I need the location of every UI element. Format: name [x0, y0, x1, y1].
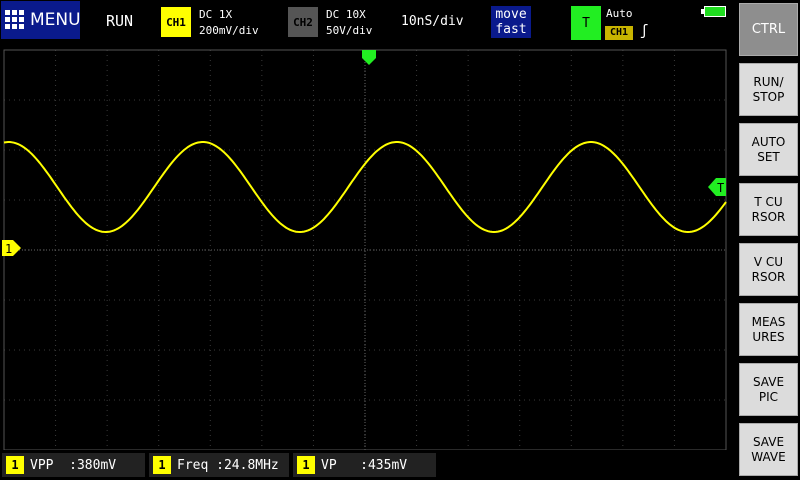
measurement-vp[interactable]: 1 VP :435mV [293, 453, 436, 477]
waveform-display[interactable]: T 1 [0, 44, 736, 450]
waveform-canvas: T 1 [2, 49, 727, 450]
channel-badge: 1 [297, 456, 315, 474]
ch2-settings[interactable]: DC 10X 50V/div [326, 7, 372, 39]
measurement-freq[interactable]: 1 Freq :24.8MHz [149, 453, 289, 477]
channel-badge: 1 [6, 456, 24, 474]
measurement-text: VPP :380mV [30, 457, 117, 473]
ch1-ground-marker[interactable]: 1 [2, 240, 21, 256]
trigger-tag[interactable]: T [571, 6, 601, 40]
auto-set-button[interactable]: AUTO SET [739, 123, 798, 176]
trigger-position-marker[interactable] [362, 50, 376, 65]
save-pic-button[interactable]: SAVE PIC [739, 363, 798, 416]
ctrl-button[interactable]: CTRL [739, 3, 798, 56]
move-speed-label: fast [495, 22, 527, 37]
trigger-level-marker[interactable]: T [708, 178, 726, 196]
measures-button[interactable]: MEAS URES [739, 303, 798, 356]
ch2-coupling: DC 10X [326, 8, 366, 21]
trigger-source-badge: CH1 [605, 26, 633, 40]
ch2-tag[interactable]: CH2 [288, 7, 318, 37]
run-state[interactable]: RUN [106, 12, 133, 30]
ch1-settings[interactable]: DC 1X 200mV/div [199, 7, 259, 39]
trigger-mode: Auto [606, 7, 633, 20]
menu-label: MENU [30, 10, 81, 30]
ch1-coupling: DC 1X [199, 8, 233, 21]
v-cursor-button[interactable]: V CU RSOR [739, 243, 798, 296]
graticule [3, 49, 727, 450]
move-label: move [495, 7, 527, 22]
measurement-text: Freq :24.8MHz [177, 457, 279, 473]
softkey-column: CTRL RUN/ STOP AUTO SET T CU RSOR V CU R… [736, 0, 800, 480]
run-stop-button[interactable]: RUN/ STOP [739, 63, 798, 116]
measurement-text: VP :435mV [321, 457, 408, 473]
channel-badge: 1 [153, 456, 171, 474]
ch1-scale: 200mV/div [199, 24, 259, 37]
grid-menu-icon [5, 10, 24, 30]
save-wave-button[interactable]: SAVE WAVE [739, 423, 798, 476]
move-speed-button[interactable]: move fast [491, 6, 531, 38]
battery-icon [701, 6, 726, 17]
menu-button[interactable]: MENU [1, 1, 81, 39]
trigger-level-label: T [717, 181, 724, 195]
top-status-bar: MENU RUN CH1 DC 1X 200mV/div CH2 DC 10X … [0, 0, 736, 44]
measurement-vpp[interactable]: 1 VPP :380mV [2, 453, 145, 477]
ch2-scale: 50V/div [326, 24, 373, 37]
t-cursor-button[interactable]: T CU RSOR [739, 183, 798, 236]
rising-edge-icon: ʃ [640, 23, 649, 39]
timebase[interactable]: 10nS/div [401, 14, 464, 29]
ch1-ground-label: 1 [5, 242, 12, 256]
measurement-bar: 1 VPP :380mV 1 Freq :24.8MHz 1 VP :435mV [0, 450, 736, 480]
ch1-tag[interactable]: CH1 [161, 7, 191, 37]
